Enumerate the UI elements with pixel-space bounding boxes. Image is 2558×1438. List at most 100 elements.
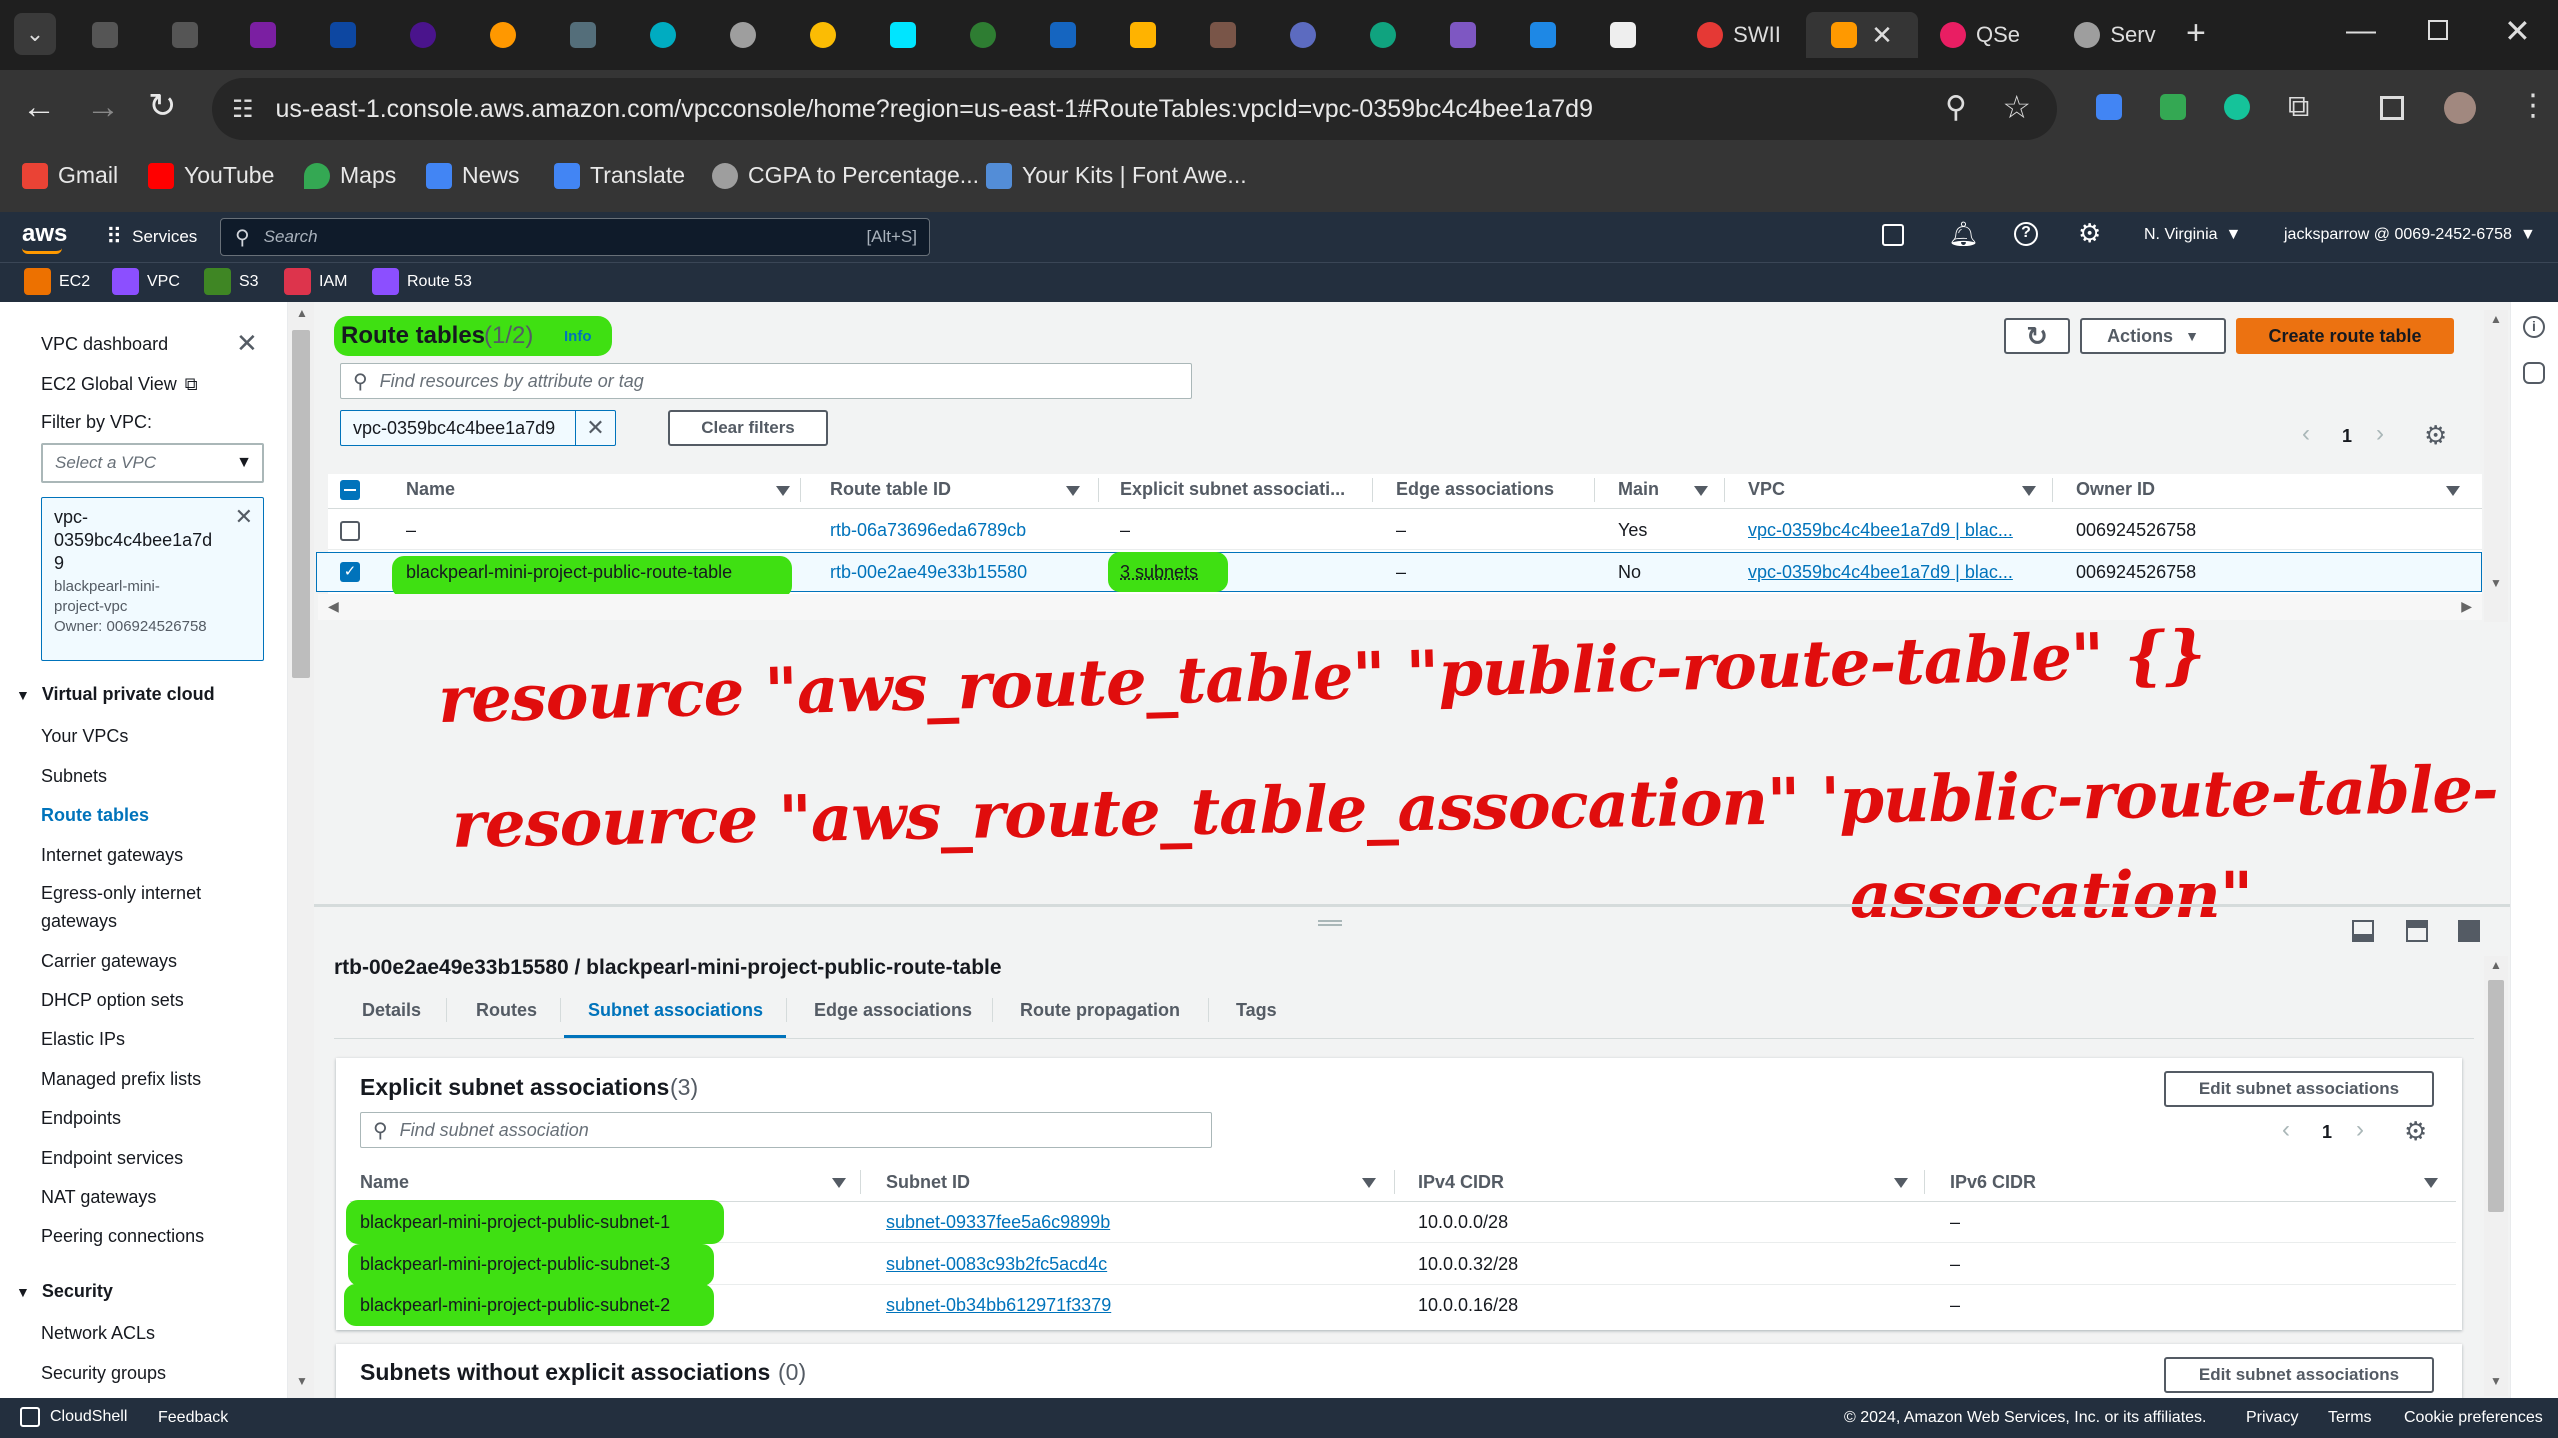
tab-details[interactable]: Details bbox=[362, 1000, 421, 1021]
terms-link[interactable]: Terms bbox=[2328, 1409, 2372, 1427]
actions-button[interactable]: Actions ▼ bbox=[2080, 318, 2226, 354]
prev-page-icon[interactable]: ‹ bbox=[2282, 1116, 2290, 1144]
sort-icon[interactable] bbox=[2022, 486, 2036, 496]
sort-icon[interactable] bbox=[776, 486, 790, 496]
scroll-down-icon[interactable]: ▼ bbox=[2490, 576, 2502, 590]
column-header-edge-associations[interactable]: Edge associations bbox=[1396, 479, 1554, 500]
cookie-preferences-link[interactable]: Cookie preferences bbox=[2404, 1409, 2543, 1427]
scroll-up-icon[interactable]: ▲ bbox=[2490, 312, 2502, 326]
route-table-id-link[interactable]: rtb-00e2ae49e33b15580 bbox=[830, 562, 1027, 583]
tab-icon[interactable] bbox=[1210, 22, 1236, 48]
favorite-iam[interactable]: IAM bbox=[284, 268, 347, 295]
drag-handle-icon[interactable] bbox=[1318, 920, 1342, 926]
tab-route-propagation[interactable]: Route propagation bbox=[1020, 1000, 1180, 1021]
extensions-icon[interactable]: ⧉ bbox=[2288, 90, 2309, 124]
refresh-button[interactable]: ↻ bbox=[2004, 318, 2070, 354]
grammarly-icon[interactable] bbox=[2224, 94, 2250, 120]
tab-search-button[interactable]: ⌄ bbox=[14, 13, 56, 55]
aws-logo[interactable]: aws bbox=[22, 220, 67, 248]
cloudshell-icon[interactable] bbox=[1882, 224, 1904, 246]
browser-tab[interactable]: QSe bbox=[1930, 12, 2030, 58]
scroll-up-icon[interactable]: ▲ bbox=[2490, 958, 2502, 972]
sidebar-item-dhcp-option-sets[interactable]: DHCP option sets bbox=[41, 990, 184, 1011]
vpc-select[interactable]: Select a VPC ▼ bbox=[41, 443, 264, 483]
sort-icon[interactable] bbox=[2446, 486, 2460, 496]
sort-icon[interactable] bbox=[832, 1178, 846, 1188]
sidebar-section-security[interactable]: ▼ Security bbox=[16, 1281, 113, 1302]
sidepanel-icon[interactable] bbox=[2380, 96, 2404, 120]
tutorial-icon[interactable] bbox=[2523, 362, 2545, 384]
zoom-icon[interactable]: ⚲ bbox=[1945, 90, 1967, 125]
sidebar-item-managed-prefix-lists[interactable]: Managed prefix lists bbox=[41, 1069, 201, 1090]
tab-icon[interactable] bbox=[1290, 22, 1316, 48]
info-panel-icon[interactable]: i bbox=[2523, 316, 2545, 338]
new-tab-icon[interactable]: + bbox=[2186, 14, 2206, 53]
tab-icon[interactable] bbox=[330, 22, 356, 48]
favorite-route53[interactable]: Route 53 bbox=[372, 268, 472, 295]
tab-icon[interactable] bbox=[970, 22, 996, 48]
column-header-explicit-subnet[interactable]: Explicit subnet associati... bbox=[1120, 479, 1345, 500]
avatar[interactable] bbox=[2444, 92, 2476, 124]
bookmark-youtube[interactable]: YouTube bbox=[148, 162, 274, 189]
tab-icon[interactable] bbox=[92, 22, 118, 48]
subnet-id-link[interactable]: subnet-09337fee5a6c9899b bbox=[886, 1212, 1110, 1233]
sidebar-item-peering-connections[interactable]: Peering connections bbox=[41, 1226, 204, 1247]
horizontal-scrollbar[interactable]: ◀ ▶ bbox=[318, 594, 2482, 620]
close-window-icon[interactable]: ✕ bbox=[2504, 12, 2531, 50]
vpc-link[interactable]: vpc-0359bc4c4bee1a7d9 | blac... bbox=[1748, 520, 2013, 541]
browser-tab-active[interactable]: ✕ bbox=[1806, 12, 1918, 58]
restore-icon[interactable] bbox=[2428, 20, 2448, 40]
address-bar[interactable]: ☷ us-east-1.console.aws.amazon.com/vpcco… bbox=[212, 78, 2057, 140]
info-link[interactable]: Info bbox=[564, 328, 592, 345]
preferences-icon[interactable]: ⚙ bbox=[2404, 1116, 2427, 1147]
tab-icon[interactable] bbox=[1370, 22, 1396, 48]
help-icon[interactable]: ? bbox=[2014, 222, 2038, 246]
tab-icon[interactable] bbox=[490, 22, 516, 48]
column-header-main[interactable]: Main bbox=[1618, 479, 1659, 500]
column-header-vpc[interactable]: VPC bbox=[1748, 479, 1785, 500]
sidebar-item-internet-gateways[interactable]: Internet gateways bbox=[41, 845, 183, 866]
back-icon[interactable]: ← bbox=[22, 88, 56, 127]
detail-vertical-scrollbar[interactable]: ▲ ▼ bbox=[2484, 956, 2508, 1396]
column-header-route-table-id[interactable]: Route table ID bbox=[830, 479, 951, 500]
scroll-down-icon[interactable]: ▼ bbox=[296, 1374, 308, 1388]
minimize-icon[interactable]: — bbox=[2346, 14, 2376, 48]
column-header-owner-id[interactable]: Owner ID bbox=[2076, 479, 2155, 500]
column-header-ipv4-cidr[interactable]: IPv4 CIDR bbox=[1418, 1172, 1504, 1193]
scroll-right-icon[interactable]: ▶ bbox=[2461, 598, 2472, 615]
remove-filter-icon[interactable]: ✕ bbox=[575, 411, 615, 445]
close-icon[interactable]: ✕ bbox=[1871, 20, 1893, 51]
tab-icon[interactable] bbox=[890, 22, 916, 48]
settings-icon[interactable]: ⚙ bbox=[2078, 218, 2101, 249]
forward-icon[interactable]: → bbox=[86, 88, 120, 127]
google-translate-icon[interactable] bbox=[2096, 94, 2122, 120]
extension-icon[interactable] bbox=[2160, 94, 2186, 120]
sidebar-item-vpc-dashboard[interactable]: VPC dashboard bbox=[41, 334, 168, 355]
site-info-icon[interactable]: ☷ bbox=[232, 95, 254, 124]
tab-icon[interactable] bbox=[570, 22, 596, 48]
prev-page-icon[interactable]: ‹ bbox=[2302, 420, 2310, 448]
preferences-icon[interactable]: ⚙ bbox=[2424, 420, 2447, 451]
sidebar-item-security-groups[interactable]: Security groups bbox=[41, 1363, 166, 1384]
cloudshell-button[interactable]: CloudShell bbox=[20, 1407, 127, 1427]
menu-icon[interactable]: ⋮ bbox=[2518, 88, 2548, 123]
reload-icon[interactable]: ↻ bbox=[148, 86, 177, 126]
scrollbar-thumb[interactable] bbox=[292, 330, 310, 678]
sidebar-item-endpoints[interactable]: Endpoints bbox=[41, 1108, 121, 1129]
column-header-name[interactable]: Name bbox=[360, 1172, 409, 1193]
star-icon[interactable]: ☆ bbox=[2002, 88, 2031, 126]
sidebar-item-route-tables[interactable]: Route tables bbox=[41, 805, 149, 826]
bookmark-gmail[interactable]: Gmail bbox=[22, 162, 118, 189]
tab-icon[interactable] bbox=[250, 22, 276, 48]
sidebar-item-subnets[interactable]: Subnets bbox=[41, 766, 107, 787]
subnet-association-search-input[interactable]: ⚲ Find subnet association bbox=[360, 1112, 1212, 1148]
resource-search-input[interactable]: ⚲ Find resources by attribute or tag bbox=[340, 363, 1192, 399]
scroll-left-icon[interactable]: ◀ bbox=[328, 598, 339, 615]
row-checkbox-checked[interactable]: ✓ bbox=[340, 562, 360, 582]
tab-edge-associations[interactable]: Edge associations bbox=[814, 1000, 972, 1021]
sidebar-item-ec2-global-view[interactable]: EC2 Global View ⧉ bbox=[41, 374, 198, 395]
sort-icon[interactable] bbox=[1362, 1178, 1376, 1188]
tab-icon[interactable] bbox=[1530, 22, 1556, 48]
browser-tab[interactable]: Serv bbox=[2060, 12, 2170, 58]
bookmark-maps[interactable]: Maps bbox=[304, 162, 396, 189]
